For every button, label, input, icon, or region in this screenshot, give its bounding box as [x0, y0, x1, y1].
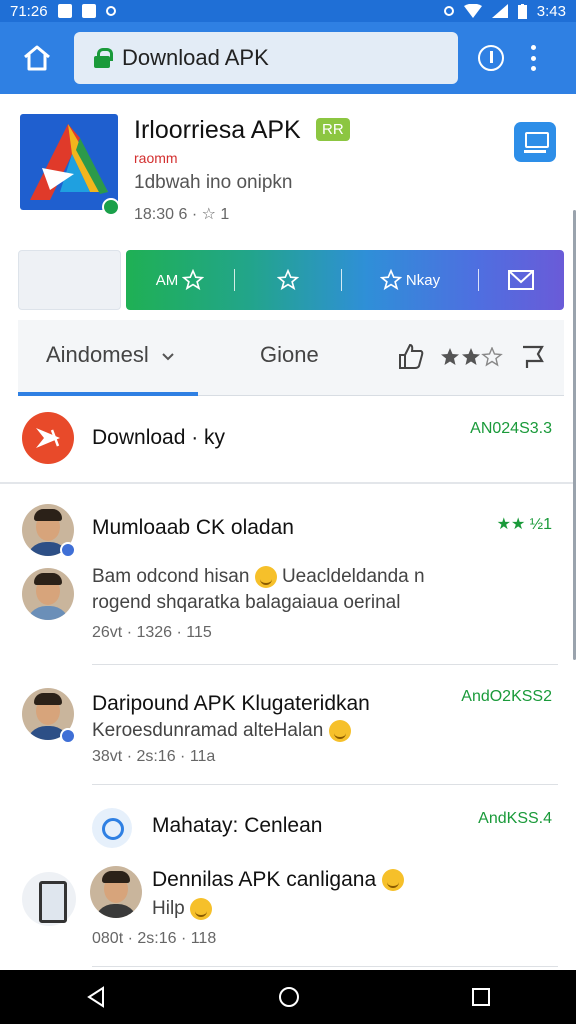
- thumbs-up-icon[interactable]: [396, 342, 426, 372]
- comment-meta: 26vt · 1326 · 115: [92, 624, 212, 641]
- comment-title: Mumloaab CK oladan: [92, 516, 294, 539]
- recents-icon[interactable]: [470, 986, 492, 1008]
- action-rate-button[interactable]: AM: [126, 250, 234, 310]
- lock-icon: [94, 48, 113, 68]
- comment-item: Mumloaab CK oladan ★★ ½1 Bam odcond hisa…: [0, 500, 576, 650]
- divider: [92, 966, 558, 967]
- action-row: AM Nkay: [18, 250, 564, 310]
- comment-text: Hilp: [152, 896, 213, 922]
- action-mail-button[interactable]: [479, 250, 563, 310]
- star-icon: [182, 269, 205, 291]
- divider: [92, 784, 558, 785]
- alarm-icon: [443, 6, 454, 16]
- comment-rating: ★★ ½1: [496, 516, 552, 533]
- comment-meta: 080t · 2s:16 · 118: [92, 930, 217, 947]
- star-icon: [379, 269, 402, 291]
- action-okay-button[interactable]: Nkay: [342, 250, 478, 310]
- mail-icon: [508, 270, 534, 290]
- comment-text-start: Bam odcond hisan: [92, 566, 250, 587]
- status-time: 71:26: [10, 2, 48, 20]
- wifi-icon: [463, 4, 482, 18]
- avatar[interactable]: [90, 866, 142, 918]
- action-okay-label: Nkay: [405, 271, 441, 289]
- action-bar: AM Nkay: [126, 250, 564, 310]
- comment-title: Daripound APK Klugateridkan: [92, 692, 370, 715]
- battery-icon: [517, 3, 527, 19]
- action-rate-label: AM: [155, 271, 179, 289]
- avatar-badge-icon: [60, 542, 76, 558]
- url-bar[interactable]: Download APK: [74, 32, 458, 84]
- comment-text-end: Ueacldeldanda n: [281, 566, 425, 587]
- app-title: Irloorriesa APK: [134, 116, 301, 144]
- phone-icon: [22, 872, 76, 926]
- tab-aindomesl[interactable]: Aindomesl: [46, 342, 175, 368]
- comment-meta: 38vt · 2s:16 · 11a: [92, 748, 216, 765]
- avatar[interactable]: [22, 568, 74, 620]
- url-text: Download APK: [122, 45, 269, 70]
- comment-title: Dennilas APK canligana: [152, 868, 404, 892]
- download-row[interactable]: Download · ky AN024S3.3: [0, 398, 576, 484]
- home-circle-icon[interactable]: [277, 985, 301, 1009]
- tab-gione[interactable]: Gione: [260, 342, 319, 368]
- app-icon: [20, 114, 118, 210]
- comment-title: Mahatay: Cenlean: [152, 814, 323, 837]
- comment-title-text: Dennilas APK canligana: [152, 868, 377, 891]
- chevron-down-icon: [162, 353, 174, 361]
- clock-icon: [92, 808, 132, 848]
- grin-emoji-icon: [328, 719, 351, 742]
- share-button[interactable]: [514, 122, 556, 162]
- back-icon[interactable]: [84, 985, 108, 1009]
- comment-text-start: Keroesdunramad alteHalan: [92, 720, 324, 741]
- system-nav-bar: [0, 970, 576, 1024]
- browser-toolbar: Download APK: [0, 22, 576, 94]
- app-description: 1dbwah ino onipkn: [134, 172, 293, 193]
- download-icon: [22, 412, 74, 464]
- app-header: Irloorriesa APK RR raomm 1dbwah ino onip…: [0, 94, 576, 244]
- divider: [92, 664, 558, 665]
- download-label: Download · ky: [92, 426, 226, 449]
- star-icon: [277, 269, 299, 291]
- flag-icon[interactable]: [518, 343, 546, 371]
- comment-text: Keroesdunramad alteHalan: [92, 718, 351, 744]
- status-bar: 71:26 3:43: [0, 0, 576, 22]
- rating-stars-icon: [441, 347, 503, 367]
- action-favorite-button[interactable]: [235, 250, 341, 310]
- comment-version: AndO2KSS2: [461, 688, 552, 705]
- app-developer[interactable]: raomm: [134, 150, 178, 166]
- comment-text: Bam odcond hisan Ueacldeldanda n: [92, 564, 425, 590]
- download-version: AN024S3.3: [470, 420, 552, 437]
- info-button[interactable]: [478, 45, 504, 71]
- avatar-badge-icon: [60, 728, 76, 744]
- tab-gione-label: Gione: [260, 342, 319, 367]
- grin-emoji-icon: [254, 565, 277, 588]
- comment-text-start: Hilp: [152, 898, 185, 919]
- verified-badge-icon: [102, 198, 120, 216]
- status-time-right: 3:43: [536, 2, 566, 20]
- app-tag-badge: RR: [316, 118, 350, 141]
- more-menu-button[interactable]: [530, 45, 536, 71]
- signal-icon: [81, 4, 96, 18]
- grin-emoji-icon: [190, 897, 213, 920]
- home-button[interactable]: [0, 22, 74, 94]
- comment-text-line2: rogend shqaratka balagaiaua oerinal: [92, 592, 401, 613]
- comment-item: Daripound APK Klugateridkan AndO2KSS2 Ke…: [0, 680, 576, 780]
- photo-icon: [57, 4, 72, 18]
- tabs-bar: Aindomesl Gione: [18, 320, 564, 396]
- home-icon: [24, 45, 50, 71]
- grin-emoji-icon: [382, 869, 404, 892]
- tab-aindomesl-label: Aindomesl: [46, 342, 149, 367]
- comment-item: Mahatay: Cenlean AndKSS.4 Dennilas APK c…: [0, 794, 576, 964]
- action-placeholder[interactable]: [18, 250, 121, 310]
- app-meta: 18:30 6 · ☆ 1: [134, 206, 230, 223]
- signal-icon: [491, 4, 508, 18]
- comment-version: AndKSS.4: [478, 810, 552, 827]
- record-icon: [105, 6, 116, 16]
- tab-indicator: [18, 392, 198, 396]
